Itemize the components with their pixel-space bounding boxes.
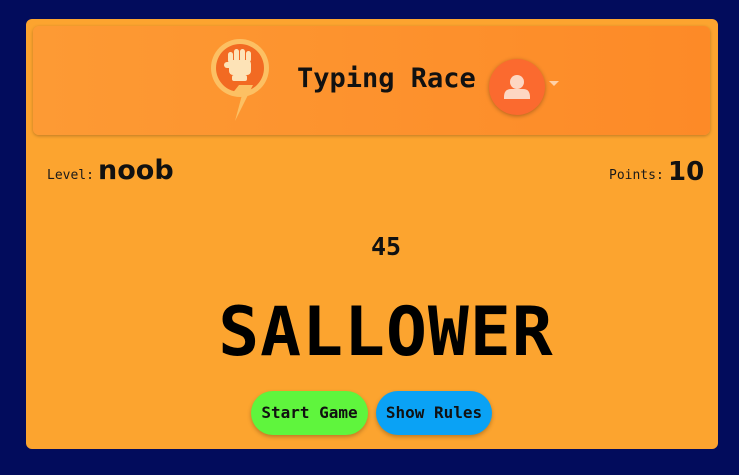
game-panel: Typing Race Level: noob Points: 10 45 SA… <box>26 19 718 449</box>
lightning-fist-icon <box>209 37 275 125</box>
start-game-button[interactable]: Start Game <box>251 391 368 435</box>
countdown-timer: 45 <box>370 232 402 261</box>
level-label: Level: <box>47 168 94 183</box>
app-title: Typing Race <box>297 63 476 94</box>
show-rules-button[interactable]: Show Rules <box>376 391 492 435</box>
points-value: 10 <box>668 157 705 187</box>
level-value: noob <box>98 155 174 186</box>
current-word: SALLOWER <box>218 293 554 372</box>
caret-down-icon[interactable] <box>549 81 559 86</box>
points-label: Points: <box>609 168 664 183</box>
app-header: Typing Race <box>33 26 710 135</box>
user-avatar-icon[interactable] <box>489 59 545 115</box>
